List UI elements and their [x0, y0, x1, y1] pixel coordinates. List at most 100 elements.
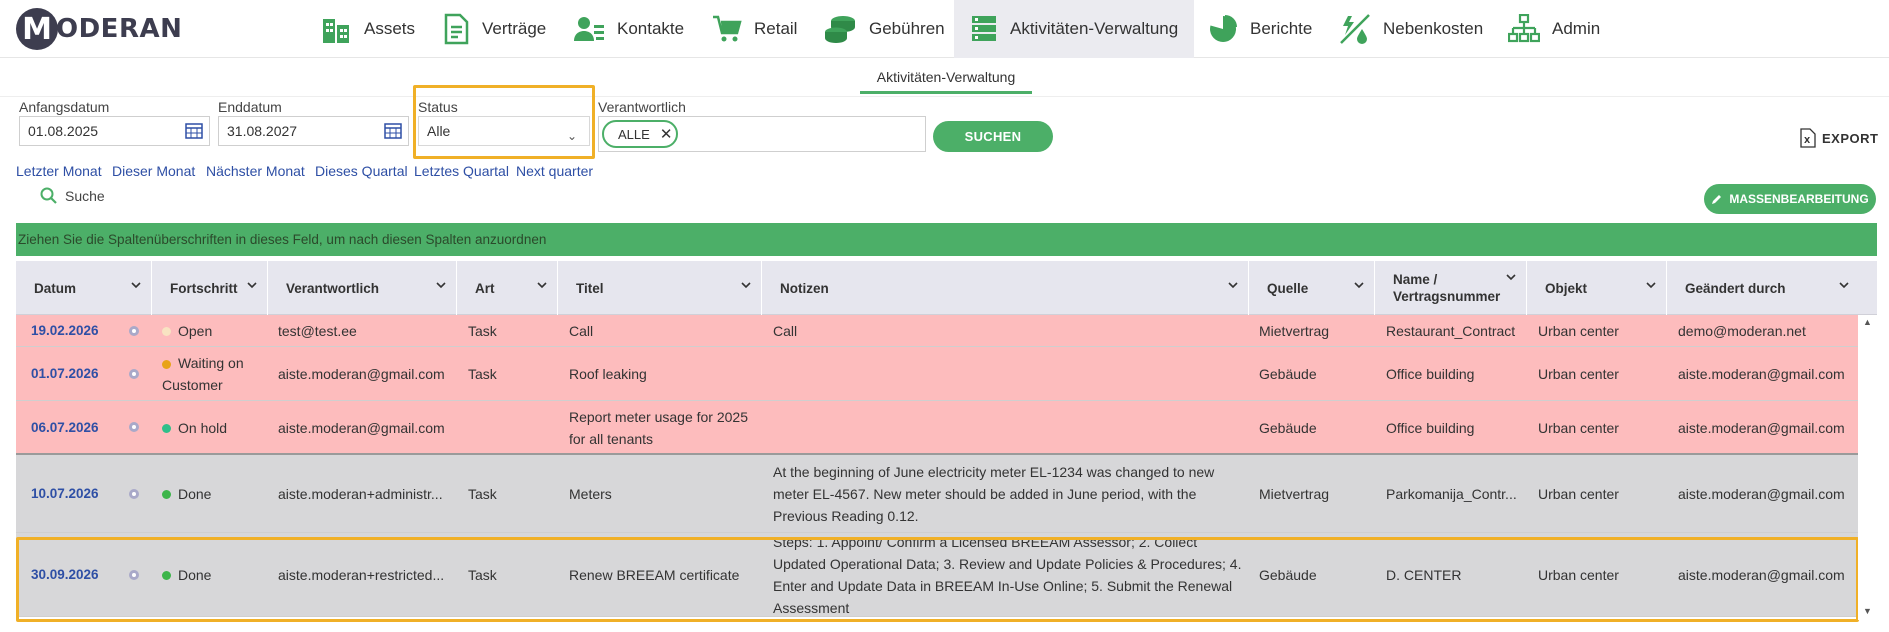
chevron-down-icon[interactable] — [1354, 281, 1364, 289]
quick-range-this-month[interactable]: Dieser Monat — [112, 163, 195, 179]
status-dot — [162, 423, 171, 433]
status-text: Waiting on Customer — [162, 355, 244, 393]
quick-range-next-month[interactable]: Nächster Monat — [206, 163, 305, 179]
column-label: Geändert durch — [1685, 280, 1786, 296]
nav-label: Admin — [1552, 19, 1601, 38]
responsible-chip[interactable]: ALLE ✕ — [602, 120, 678, 148]
column-header-titel[interactable]: Titel — [558, 261, 762, 315]
start-date-field[interactable]: 01.08.2025 — [19, 116, 210, 146]
nav-item-vertraege[interactable]: Verträge — [442, 0, 546, 58]
end-date-label: Enddatum — [218, 99, 282, 115]
moderan-logo[interactable]: M ODERAN — [16, 8, 182, 50]
nav-item-admin[interactable]: Admin — [1508, 0, 1600, 58]
changed-by-cell: aiste.moderan@gmail.com — [1678, 420, 1845, 436]
utilities-icon — [1340, 14, 1370, 44]
pencil-icon — [1712, 195, 1722, 204]
quick-range-next-quarter[interactable]: Next quarter — [516, 163, 593, 179]
column-header-verantwortlich[interactable]: Verantwortlich — [268, 261, 457, 315]
gear-icon[interactable] — [127, 324, 141, 338]
chevron-down-icon[interactable] — [1506, 273, 1516, 281]
contract-cell: Office building — [1386, 420, 1475, 436]
chevron-down-icon[interactable] — [436, 281, 446, 289]
table-row[interactable]: 01.07.2026 Waiting on Customer aiste.mod… — [16, 347, 1858, 401]
row-date-link[interactable]: 10.07.2026 — [31, 455, 121, 533]
row-date-link[interactable]: 30.09.2026 — [31, 533, 121, 617]
contract-cell: Restaurant_Contract — [1386, 323, 1516, 339]
nav-item-assets[interactable]: Assets — [320, 0, 415, 58]
title-cell: Roof leaking — [569, 366, 647, 382]
scroll-down-icon[interactable]: ▼ — [1863, 606, 1872, 616]
close-icon[interactable]: ✕ — [660, 125, 673, 143]
title-cell: Report meter usage for 2025 for all tena… — [569, 409, 748, 447]
tab-aktivitaeten-verwaltung[interactable]: Aktivitäten-Verwaltung — [860, 64, 1032, 94]
calendar-icon[interactable] — [185, 123, 203, 139]
column-label: Notizen — [780, 280, 829, 296]
status-cell: Done — [162, 533, 272, 617]
chevron-down-icon: ⌄ — [566, 129, 577, 143]
type-cell: Task — [468, 567, 497, 583]
gear-icon[interactable] — [127, 568, 141, 582]
gear-icon[interactable] — [127, 367, 141, 381]
notes-cell: Call — [773, 323, 798, 339]
chevron-down-icon[interactable] — [537, 281, 547, 289]
chevron-down-icon[interactable] — [1839, 281, 1849, 289]
export-button[interactable]: X EXPORT — [1800, 128, 1878, 148]
column-header-fortschritt[interactable]: Fortschritt — [152, 261, 268, 315]
column-header-quelle[interactable]: Quelle — [1249, 261, 1375, 315]
start-date-value: 01.08.2025 — [28, 123, 99, 139]
nav-item-kontakte[interactable]: Kontakte — [573, 0, 684, 58]
column-header-geaendert[interactable]: Geändert durch — [1667, 261, 1877, 315]
row-date-link[interactable]: 19.02.2026 — [31, 315, 121, 347]
chevron-down-icon[interactable] — [1646, 281, 1656, 289]
column-header-name[interactable]: Name / Vertragsnummer — [1375, 261, 1527, 315]
status-text: Open — [178, 323, 213, 339]
column-label: Verantwortlich — [286, 280, 380, 296]
nav-item-retail[interactable]: Retail — [712, 0, 797, 58]
calendar-icon[interactable] — [384, 123, 402, 139]
column-label: Titel — [576, 280, 604, 296]
scroll-up-icon[interactable]: ▲ — [1863, 317, 1872, 327]
end-date-field[interactable]: 31.08.2027 — [218, 116, 409, 146]
table-row[interactable]: 06.07.2026 On hold aiste.moderan@gmail.c… — [16, 401, 1858, 455]
table-row[interactable]: 19.02.2026 Open test@test.ee Task Call C… — [16, 315, 1858, 347]
divider — [0, 96, 1889, 97]
gear-icon[interactable] — [127, 487, 141, 501]
search-toggle[interactable]: Suche — [40, 187, 105, 204]
chevron-down-icon[interactable] — [247, 281, 257, 289]
nav-label: Gebühren — [869, 19, 945, 38]
status-select[interactable]: Alle ⌄ — [418, 116, 590, 146]
column-label: Art — [475, 280, 495, 296]
nav-item-gebuehren[interactable]: Gebühren — [823, 0, 945, 58]
quick-range-last-quarter[interactable]: Letztes Quartal — [414, 163, 509, 179]
quick-range-this-quarter[interactable]: Dieses Quartal — [315, 163, 408, 179]
vertical-scrollbar[interactable]: ▲ ▼ — [1858, 315, 1877, 620]
changed-by-cell: aiste.moderan@gmail.com — [1678, 567, 1845, 583]
bulk-edit-button[interactable]: MASSENBEARBEITUNG — [1704, 184, 1876, 214]
status-text: On hold — [178, 420, 228, 436]
row-date-link[interactable]: 01.07.2026 — [31, 347, 121, 401]
gear-icon[interactable] — [127, 420, 141, 434]
type-cell: Task — [468, 486, 497, 502]
column-header-objekt[interactable]: Objekt — [1527, 261, 1667, 315]
table-row[interactable]: 10.07.2026 Done aiste.moderan+administr.… — [16, 455, 1858, 533]
table-row[interactable]: 30.09.2026 Done aiste.moderan+restricted… — [16, 533, 1858, 617]
responsible-label: Verantwortlich — [598, 99, 686, 115]
status-dot — [162, 326, 171, 336]
notes-cell — [773, 401, 1245, 455]
search-button[interactable]: SUCHEN — [933, 121, 1053, 152]
nav-item-aktivitaeten[interactable]: Aktivitäten-Verwaltung — [954, 0, 1194, 58]
nav-item-nebenkosten[interactable]: Nebenkosten — [1339, 0, 1483, 58]
column-header-datum[interactable]: Datum — [16, 261, 152, 315]
group-by-drop-zone[interactable]: Ziehen Sie die Spaltenüberschriften in d… — [16, 223, 1877, 256]
chevron-down-icon[interactable] — [741, 281, 751, 289]
column-header-art[interactable]: Art — [457, 261, 558, 315]
status-cell: Done — [162, 455, 272, 533]
quick-range-last-month[interactable]: Letzter Monat — [16, 163, 102, 179]
chevron-down-icon[interactable] — [1228, 281, 1238, 289]
nav-item-berichte[interactable]: Berichte — [1208, 0, 1312, 58]
chevron-down-icon[interactable] — [131, 281, 141, 289]
source-cell: Gebäude — [1259, 420, 1317, 436]
row-date-link[interactable]: 06.07.2026 — [31, 401, 121, 455]
bulk-edit-label: MASSENBEARBEITUNG — [1729, 192, 1869, 206]
column-header-notizen[interactable]: Notizen — [762, 261, 1249, 315]
